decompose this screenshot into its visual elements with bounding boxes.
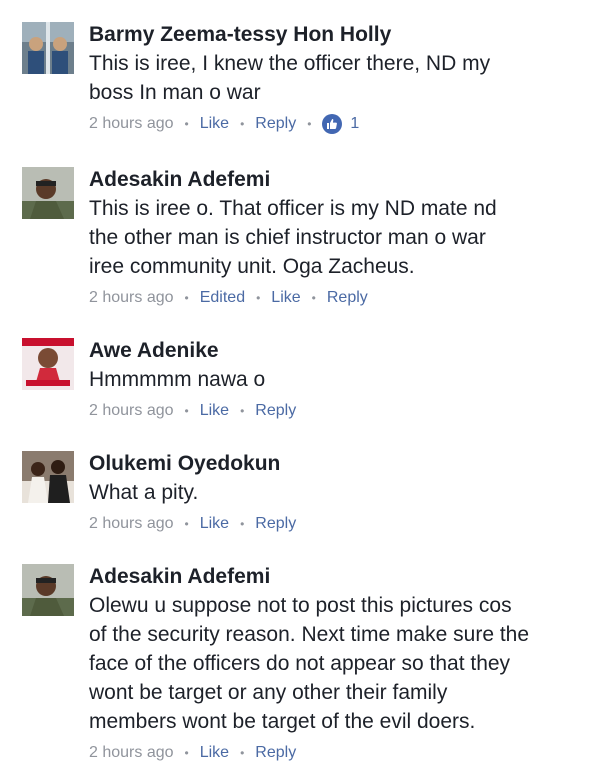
like-button[interactable]: Like	[200, 513, 229, 535]
comment-text-line: Hmmmmm nawa o	[89, 368, 266, 391]
separator-dot: •	[184, 404, 189, 418]
comment-text-line: of the security reason. Next time make s…	[89, 623, 530, 646]
avatar[interactable]	[22, 564, 74, 616]
thumbs-up-icon	[322, 114, 343, 134]
profile-photo-icon	[22, 564, 74, 616]
comment-author[interactable]: Adesakin Adefemi	[89, 564, 584, 590]
avatar[interactable]	[22, 22, 74, 74]
separator-dot: •	[240, 746, 245, 760]
comment-text-line: face of the officers do not appear so th…	[89, 652, 511, 675]
reply-button[interactable]: Reply	[327, 287, 368, 309]
separator-dot: •	[184, 517, 189, 531]
comment-author[interactable]: Olukemi Oyedokun	[89, 451, 584, 477]
comment-text-line: wont be target or any other their family	[89, 681, 448, 704]
comment-text-line: members wont be target of the evil doers…	[89, 710, 476, 733]
comment-text-line: This is iree o. That officer is my ND ma…	[89, 197, 497, 220]
reaction-count-value: 1	[350, 115, 360, 132]
reply-button[interactable]: Reply	[255, 513, 296, 535]
timestamp[interactable]: 2 hours ago	[89, 513, 174, 535]
comment-text: Hmmmmm nawa o	[89, 365, 584, 394]
avatar[interactable]	[22, 167, 74, 219]
comment-meta: 2 hours ago • Like • Reply • 1	[89, 113, 584, 135]
comment-meta: 2 hours ago • Edited • Like • Reply	[89, 287, 584, 309]
timestamp[interactable]: 2 hours ago	[89, 287, 174, 309]
comment-meta: 2 hours ago • Like • Reply	[89, 400, 584, 422]
comment-list: Barmy Zeema-tessy Hon Holly This is iree…	[0, 0, 600, 768]
separator-dot: •	[184, 291, 189, 305]
timestamp[interactable]: 2 hours ago	[89, 742, 174, 764]
comment-text: This is iree o. That officer is my ND ma…	[89, 194, 584, 281]
separator-dot: •	[184, 746, 189, 760]
comment-meta: 2 hours ago • Like • Reply	[89, 742, 584, 764]
profile-photo-icon	[22, 451, 74, 503]
comment-text: This is iree, I knew the officer there, …	[89, 49, 584, 107]
like-button[interactable]: Like	[200, 400, 229, 422]
comment-text: Olewu u suppose not to post this picture…	[89, 591, 584, 736]
like-button[interactable]: Like	[271, 287, 300, 309]
comment-text-line: the other man is chief instructor man o …	[89, 226, 486, 249]
comment-text: What a pity.	[89, 478, 584, 507]
comment-text-line: What a pity.	[89, 481, 199, 504]
like-button[interactable]: Like	[200, 113, 229, 135]
reply-button[interactable]: Reply	[255, 742, 296, 764]
comment-author[interactable]: Adesakin Adefemi	[89, 167, 584, 193]
avatar[interactable]	[22, 338, 74, 390]
timestamp[interactable]: 2 hours ago	[89, 113, 174, 135]
avatar[interactable]	[22, 451, 74, 503]
reply-button[interactable]: Reply	[255, 113, 296, 135]
profile-photo-icon	[22, 22, 74, 74]
separator-dot: •	[256, 291, 261, 305]
comment-text-line: iree community unit. Oga Zacheus.	[89, 255, 415, 278]
separator-dot: •	[240, 517, 245, 531]
comment-text-line: Olewu u suppose not to post this picture…	[89, 594, 512, 617]
comment-meta: 2 hours ago • Like • Reply	[89, 513, 584, 535]
separator-dot: •	[240, 117, 245, 131]
profile-photo-icon	[22, 167, 74, 219]
comment-text-line: This is iree, I knew the officer there, …	[89, 52, 491, 75]
edited-link[interactable]: Edited	[200, 287, 245, 309]
reply-button[interactable]: Reply	[255, 400, 296, 422]
reaction-count[interactable]: 1	[322, 113, 359, 135]
timestamp[interactable]: 2 hours ago	[89, 400, 174, 422]
separator-dot: •	[240, 404, 245, 418]
separator-dot: •	[311, 291, 316, 305]
comment-text-line: boss In man o war	[89, 81, 261, 104]
separator-dot: •	[307, 117, 312, 131]
profile-photo-icon	[22, 338, 74, 390]
comment-author[interactable]: Awe Adenike	[89, 338, 584, 364]
comment-author[interactable]: Barmy Zeema-tessy Hon Holly	[89, 22, 584, 48]
like-button[interactable]: Like	[200, 742, 229, 764]
separator-dot: •	[184, 117, 189, 131]
